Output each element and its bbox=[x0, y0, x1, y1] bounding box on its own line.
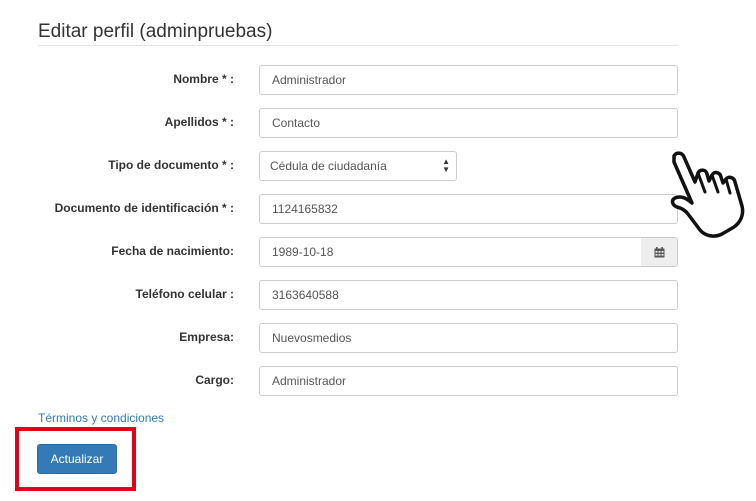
form-row-empresa: Empresa: Nuevosmedios bbox=[0, 323, 756, 353]
form-row-fecha-nacimiento: Fecha de nacimiento: 1989-10-18 bbox=[0, 237, 756, 267]
fecha-nacimiento-label: Fecha de nacimiento: bbox=[111, 244, 234, 258]
tipo-documento-value: Cédula de ciudadanía bbox=[270, 159, 387, 173]
title-divider bbox=[38, 45, 678, 46]
empresa-input[interactable]: Nuevosmedios bbox=[259, 323, 678, 353]
empresa-label: Empresa: bbox=[179, 330, 234, 344]
calendar-button[interactable] bbox=[641, 237, 678, 267]
form-row-telefono: Teléfono celular : 3163640588 bbox=[0, 280, 756, 310]
telefono-value: 3163640588 bbox=[272, 288, 339, 302]
page-title: Editar perfil (adminpruebas) bbox=[38, 21, 273, 42]
cargo-value: Administrador bbox=[272, 374, 347, 388]
apellidos-value: Contacto bbox=[272, 116, 321, 130]
fecha-nacimiento-input[interactable]: 1989-10-18 bbox=[259, 237, 642, 267]
documento-input[interactable]: 1124165832 bbox=[259, 194, 678, 224]
cargo-label: Cargo: bbox=[195, 373, 234, 387]
form-row-tipo-documento: Tipo de documento * : Cédula de ciudadan… bbox=[0, 151, 756, 181]
telefono-input[interactable]: 3163640588 bbox=[259, 280, 678, 310]
documento-value: 1124165832 bbox=[272, 202, 338, 216]
form-row-nombre: Nombre * : Administrador bbox=[0, 65, 756, 95]
nombre-value: Administrador bbox=[272, 73, 347, 87]
tipo-documento-select[interactable]: Cédula de ciudadanía ▲ ▼ bbox=[259, 151, 457, 181]
apellidos-input[interactable]: Contacto bbox=[259, 108, 678, 138]
hand-pointer-icon bbox=[670, 151, 745, 238]
form-row-cargo: Cargo: Administrador bbox=[0, 366, 756, 396]
form-row-documento: Documento de identificación * : 11241658… bbox=[0, 194, 756, 224]
cargo-input[interactable]: Administrador bbox=[259, 366, 678, 396]
apellidos-label: Apellidos * : bbox=[164, 115, 234, 129]
telefono-label: Teléfono celular : bbox=[135, 287, 234, 301]
fecha-nacimiento-value: 1989-10-18 bbox=[272, 245, 334, 259]
form-row-apellidos: Apellidos * : Contacto bbox=[0, 108, 756, 138]
nombre-input[interactable]: Administrador bbox=[259, 65, 678, 95]
select-arrows-icon: ▲ ▼ bbox=[442, 157, 450, 174]
tipo-documento-label: Tipo de documento * : bbox=[108, 158, 234, 172]
terms-link[interactable]: Términos y condiciones bbox=[38, 411, 164, 425]
documento-label: Documento de identificación * : bbox=[54, 201, 234, 215]
highlight-annotation bbox=[15, 427, 136, 491]
empresa-value: Nuevosmedios bbox=[272, 331, 352, 345]
calendar-icon bbox=[654, 247, 665, 258]
nombre-label: Nombre * : bbox=[173, 72, 234, 86]
